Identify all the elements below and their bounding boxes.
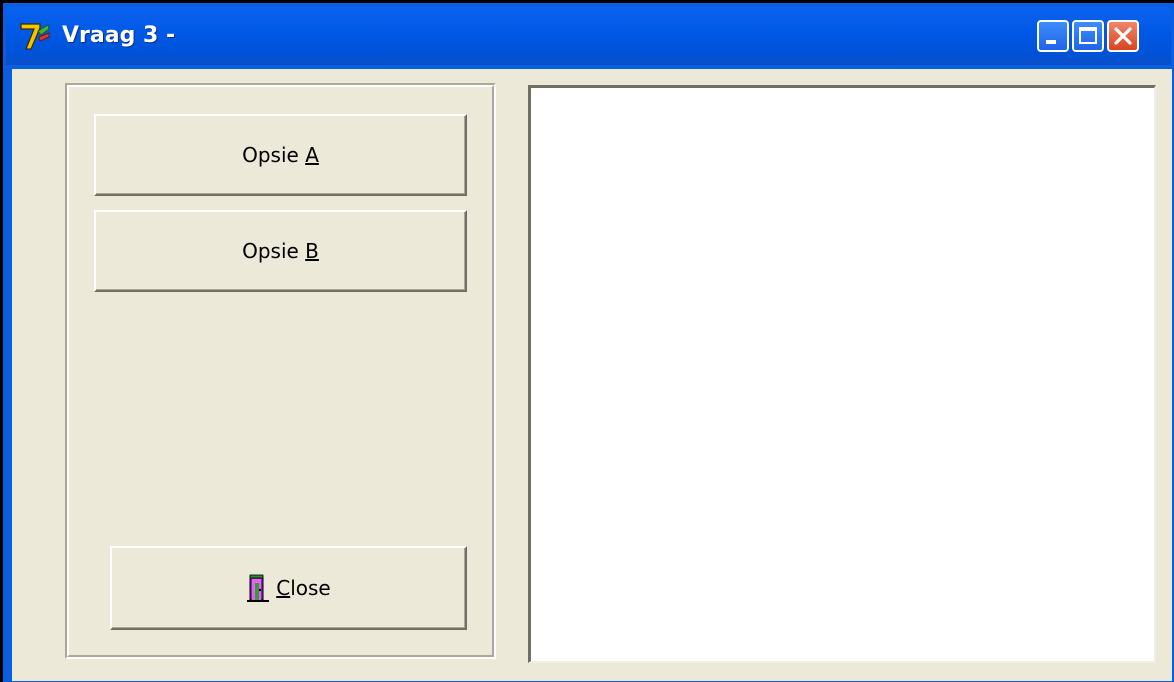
option-a-accelerator: A xyxy=(305,143,319,167)
minimize-button[interactable] xyxy=(1037,20,1069,52)
maximize-icon xyxy=(1079,27,1097,44)
close-window-button[interactable] xyxy=(1107,20,1139,52)
app-logo-icon xyxy=(20,23,50,50)
option-b-label-prefix: Opsie xyxy=(242,239,306,263)
client-area: Opsie A Opsie B Close xyxy=(12,69,1172,681)
close-button[interactable]: Close xyxy=(110,546,467,630)
option-a-label-prefix: Opsie xyxy=(242,143,306,167)
close-icon xyxy=(1114,27,1132,45)
option-a-button[interactable]: Opsie A xyxy=(94,114,467,196)
maximize-button[interactable] xyxy=(1072,20,1104,52)
close-accelerator: C xyxy=(276,576,291,600)
window-title: Vraag 3 - xyxy=(62,23,176,48)
application-window: Vraag 3 - Opsie A Opsie B C lose xyxy=(0,0,1174,682)
close-label-suffix: lose xyxy=(290,576,331,600)
exit-door-icon xyxy=(247,574,270,602)
content-area[interactable] xyxy=(528,85,1156,663)
minimize-icon xyxy=(1046,40,1056,44)
option-b-accelerator: B xyxy=(305,239,319,263)
title-bar[interactable]: Vraag 3 - xyxy=(6,7,1171,65)
option-b-button[interactable]: Opsie B xyxy=(94,210,467,292)
